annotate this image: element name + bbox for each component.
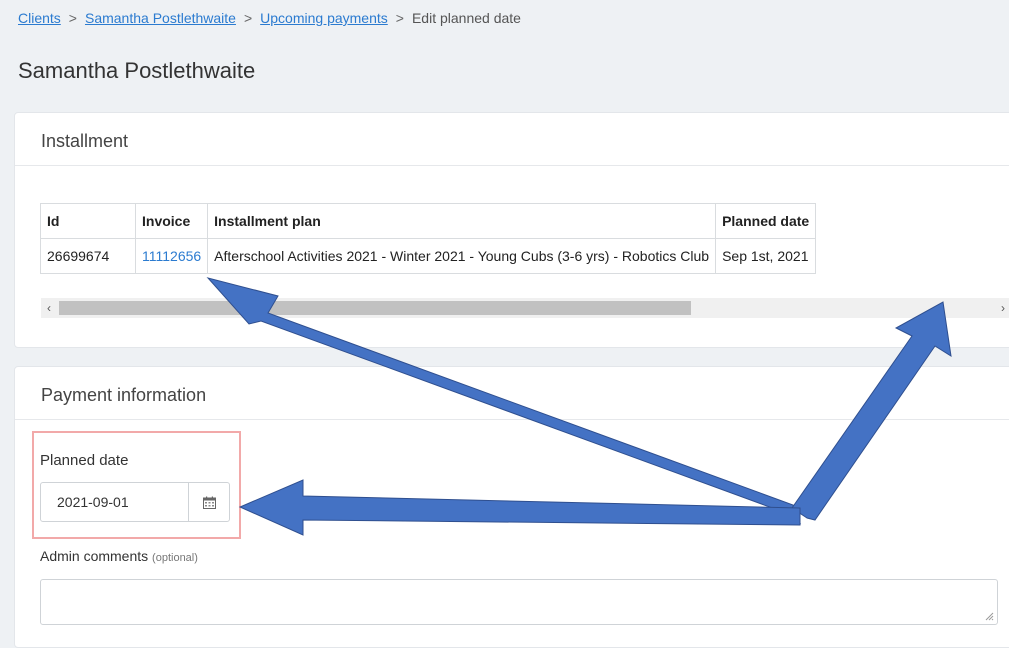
breadcrumb-clients[interactable]: Clients: [18, 10, 61, 26]
cell-installment-plan: Afterschool Activities 2021 - Winter 202…: [207, 238, 717, 274]
column-header-planned-date: Planned date: [715, 203, 817, 239]
installment-card: Installment Id Invoice Installment plan …: [14, 112, 1009, 348]
breadcrumb-upcoming-payments[interactable]: Upcoming payments: [260, 10, 388, 26]
installment-header: Installment: [15, 113, 1009, 166]
cell-invoice: 11112656: [134, 238, 209, 274]
admin-comments-label-text: Admin comments: [40, 548, 149, 564]
planned-date-value[interactable]: 2021-09-01: [57, 494, 129, 510]
admin-comments-textarea[interactable]: [40, 579, 998, 625]
planned-date-label: Planned date: [40, 452, 129, 469]
breadcrumb-separator: >: [68, 10, 77, 26]
breadcrumb-separator: >: [243, 10, 253, 26]
table-header-row: Id Invoice Installment plan Planned date: [40, 203, 817, 239]
column-header-id: Id: [40, 203, 136, 239]
admin-comments-label: Admin comments (optional): [40, 548, 198, 564]
scroll-left-icon[interactable]: ‹: [41, 298, 57, 318]
scroll-thumb[interactable]: [59, 301, 691, 315]
breadcrumb-current: Edit planned date: [411, 10, 521, 26]
installment-table-wrap: Id Invoice Installment plan Planned date…: [40, 203, 817, 274]
optional-hint: (optional): [152, 552, 198, 564]
cell-planned-date: Sep 1st, 2021: [715, 238, 817, 274]
column-header-invoice: Invoice: [134, 203, 209, 239]
breadcrumb-separator: >: [395, 10, 404, 26]
table-row: 26699674 11112656 Afterschool Activities…: [40, 238, 817, 274]
resize-handle-icon[interactable]: [984, 611, 994, 621]
horizontal-scrollbar[interactable]: ‹ ›: [41, 298, 1009, 318]
installment-table: Id Invoice Installment plan Planned date…: [40, 203, 817, 274]
page-title: Samantha Postlethwaite: [18, 58, 256, 83]
breadcrumb: Clients > Samantha Postlethwaite > Upcoming …: [18, 10, 521, 26]
breadcrumb-client[interactable]: Samantha Postlethwaite: [85, 10, 236, 26]
cell-id: 26699674: [40, 238, 136, 274]
payment-header: Payment information: [15, 367, 1009, 420]
scroll-right-icon[interactable]: ›: [995, 298, 1009, 318]
calendar-icon[interactable]: [188, 483, 229, 521]
planned-date-input[interactable]: 2021-09-01: [40, 482, 230, 522]
invoice-link[interactable]: 11112656: [142, 248, 201, 264]
column-header-installment-plan: Installment plan: [207, 203, 717, 239]
